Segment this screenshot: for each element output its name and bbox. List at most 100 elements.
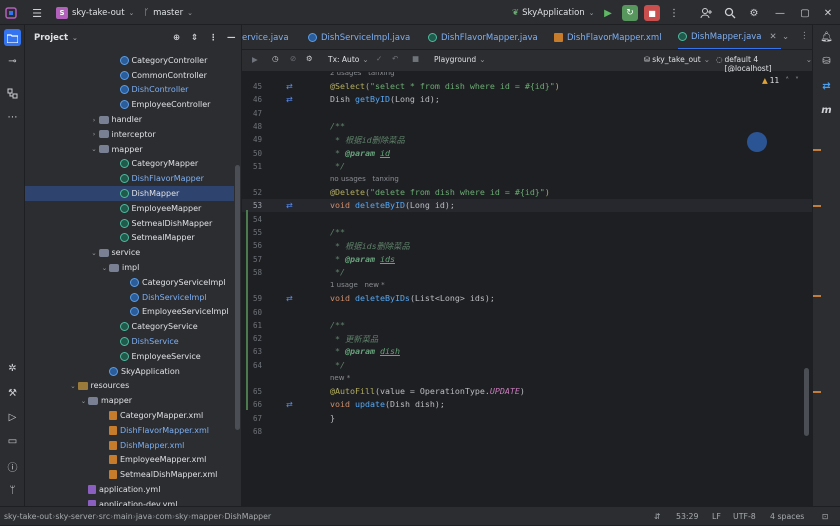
project-panel-title[interactable]: Project (34, 33, 68, 43)
history-icon[interactable]: ◷ (272, 54, 279, 63)
tree-item[interactable]: EmployeeMapper.xml (25, 453, 234, 468)
stop-square-icon[interactable]: ■ (412, 54, 419, 63)
maximize-icon[interactable]: ▢ (797, 5, 813, 21)
file-encoding[interactable]: UTF-8 (733, 507, 756, 526)
tree-item[interactable]: EmployeeService (25, 349, 234, 364)
project-switcher[interactable]: S sky-take-out ⌄ (56, 0, 134, 25)
database-icon[interactable]: ⛁ (818, 53, 835, 70)
chevron-right-icon[interactable]: › (90, 130, 99, 138)
line-separator[interactable]: LF (712, 507, 721, 526)
breadcrumb-item[interactable]: sky-server (55, 512, 95, 521)
hide-panel-icon[interactable]: — (227, 33, 236, 43)
db-settings-icon[interactable]: ⚙ (306, 54, 313, 63)
tree-item[interactable]: EmployeeMapper (25, 201, 234, 216)
chevron-down-icon[interactable]: ⌄ (90, 249, 99, 257)
tree-item[interactable]: CategoryController (25, 53, 234, 68)
indent-setting[interactable]: 4 spaces (770, 507, 804, 526)
run-config-selector[interactable]: ❦ SkyApplication ⌄ (512, 0, 595, 25)
tree-item[interactable]: DishMapper (25, 186, 234, 201)
tree-item[interactable]: SetmealMapper (25, 231, 234, 246)
problems-icon[interactable]: ⓘ (4, 458, 21, 475)
usage-hint[interactable]: 2 usages tanxing (330, 72, 395, 77)
breadcrumb-item[interactable]: main (113, 512, 132, 521)
tree-item[interactable]: CategoryMapper.xml (25, 408, 234, 423)
search-icon[interactable] (722, 5, 738, 21)
minimize-icon[interactable]: — (772, 5, 788, 21)
build-hammer-icon[interactable]: ⚒ (4, 385, 21, 402)
usage-hint[interactable]: 1 usage new * (330, 281, 385, 289)
tabs-more-icon[interactable]: ⋮ (800, 31, 809, 41)
tab-dishserviceimpl-java[interactable]: DishServiceImpl.java (308, 25, 410, 49)
close-icon[interactable]: ✕ (820, 5, 836, 21)
rerun-icon[interactable]: ↻ (622, 5, 638, 21)
git-sync-icon[interactable]: ⇵ (654, 507, 661, 526)
usage-hint[interactable]: no usages tanxing (330, 175, 399, 183)
tree-item[interactable]: DishFlavorMapper (25, 171, 234, 186)
tree-item[interactable]: SetmealDishMapper.xml (25, 467, 234, 482)
usage-hint[interactable]: new * (330, 374, 350, 382)
chevron-down-icon[interactable]: ⌄ (90, 145, 99, 153)
tree-item[interactable]: SkyApplication (25, 364, 234, 379)
chevron-right-icon[interactable]: › (90, 116, 99, 124)
services-run-icon[interactable]: ▷ (4, 409, 21, 426)
mybatis-navigate-icon[interactable]: ⇄ (286, 82, 296, 91)
tab-dishflavormapper-java[interactable]: DishFlavorMapper.java (428, 25, 538, 49)
tabs-overflow-icon[interactable]: ⌄ (782, 32, 789, 42)
app-logo-icon[interactable] (3, 5, 19, 21)
inspection-widget[interactable]: ▲ 11 ˄ ˅ (762, 76, 799, 85)
locate-file-icon[interactable]: ⊕ (173, 33, 180, 43)
mybatis-navigate-icon[interactable]: ⇄ (286, 294, 296, 303)
structure-icon[interactable] (4, 85, 21, 102)
ai-assistant-badge[interactable] (747, 132, 767, 152)
add-user-icon[interactable] (698, 5, 714, 21)
debug-bug-icon[interactable]: ✲ (4, 360, 21, 377)
breadcrumb-item[interactable]: sky (175, 512, 188, 521)
playground-dropdown[interactable]: Playground ⌄ (434, 55, 485, 64)
tree-item[interactable]: DishController (25, 83, 234, 98)
datasource-selector[interactable]: ⛁ sky_take_out ⌄ (644, 55, 710, 64)
lock-icon[interactable]: ⊡ (822, 507, 829, 526)
cancel-icon[interactable]: ⊘ (290, 54, 296, 63)
more-tools-icon[interactable]: ⋯ (4, 109, 21, 126)
commit-icon[interactable]: ⊸ (4, 53, 21, 70)
tree-item[interactable]: CategoryService (25, 319, 234, 334)
tree-item[interactable]: DishServiceImpl (25, 290, 234, 305)
tree-item[interactable]: CategoryServiceImpl (25, 275, 234, 290)
editor-scrollbar[interactable] (804, 368, 809, 436)
breadcrumb-item[interactable]: DishMapper (225, 512, 272, 521)
main-menu-icon[interactable]: ☰ (29, 5, 45, 21)
mybatis-icon[interactable]: ⇄ (818, 78, 835, 95)
tree-item[interactable]: ⌄ resources (25, 379, 234, 394)
chevron-down-icon[interactable]: ⌄ (100, 264, 109, 272)
mybatis-navigate-icon[interactable]: ⇄ (286, 400, 296, 409)
project-folder-icon[interactable] (4, 29, 21, 46)
tree-item[interactable]: ⌄ mapper (25, 142, 234, 157)
mybatis-navigate-icon[interactable]: ⇄ (286, 201, 296, 210)
session-selector[interactable]: ◌ default 4 [@localhost] ⌄ (716, 55, 812, 73)
breadcrumb-item[interactable]: com (155, 512, 172, 521)
terminal-icon[interactable]: ▭ (4, 433, 21, 450)
more-actions-icon[interactable]: ⋮ (666, 5, 682, 21)
tree-item[interactable]: ⌄ mapper (25, 393, 234, 408)
cursor-position[interactable]: 53:29 (676, 507, 698, 526)
chevron-down-icon[interactable]: ⌄ (79, 397, 88, 405)
maven-icon[interactable]: m (818, 102, 835, 119)
tree-item[interactable]: application.yml (25, 482, 234, 497)
tree-item[interactable]: › handler (25, 112, 234, 127)
stop-icon[interactable]: ■ (644, 5, 660, 21)
run-icon[interactable]: ▶ (600, 5, 616, 21)
notifications-bell-icon[interactable]: 🔔︎ (818, 29, 835, 46)
chevron-down-icon[interactable]: ⌄ (72, 34, 78, 42)
settings-gear-icon[interactable]: ⚙ (746, 5, 762, 21)
tab-dishmapper-java[interactable]: DishMapper.java ✕ (678, 25, 781, 49)
breadcrumb-item[interactable]: src (99, 512, 110, 521)
tree-item[interactable]: application-dev.yml (25, 497, 234, 506)
project-scrollbar[interactable] (235, 165, 240, 430)
breadcrumb-item[interactable]: sky-take-out (4, 512, 52, 521)
execute-icon[interactable]: ▶ (252, 55, 258, 64)
breadcrumb-item[interactable]: mapper (191, 512, 221, 521)
breadcrumb-item[interactable]: java (136, 512, 152, 521)
tree-item[interactable]: › interceptor (25, 127, 234, 142)
tab-service-java[interactable]: ervice.java (242, 25, 289, 49)
tree-item[interactable]: CategoryMapper (25, 157, 234, 172)
